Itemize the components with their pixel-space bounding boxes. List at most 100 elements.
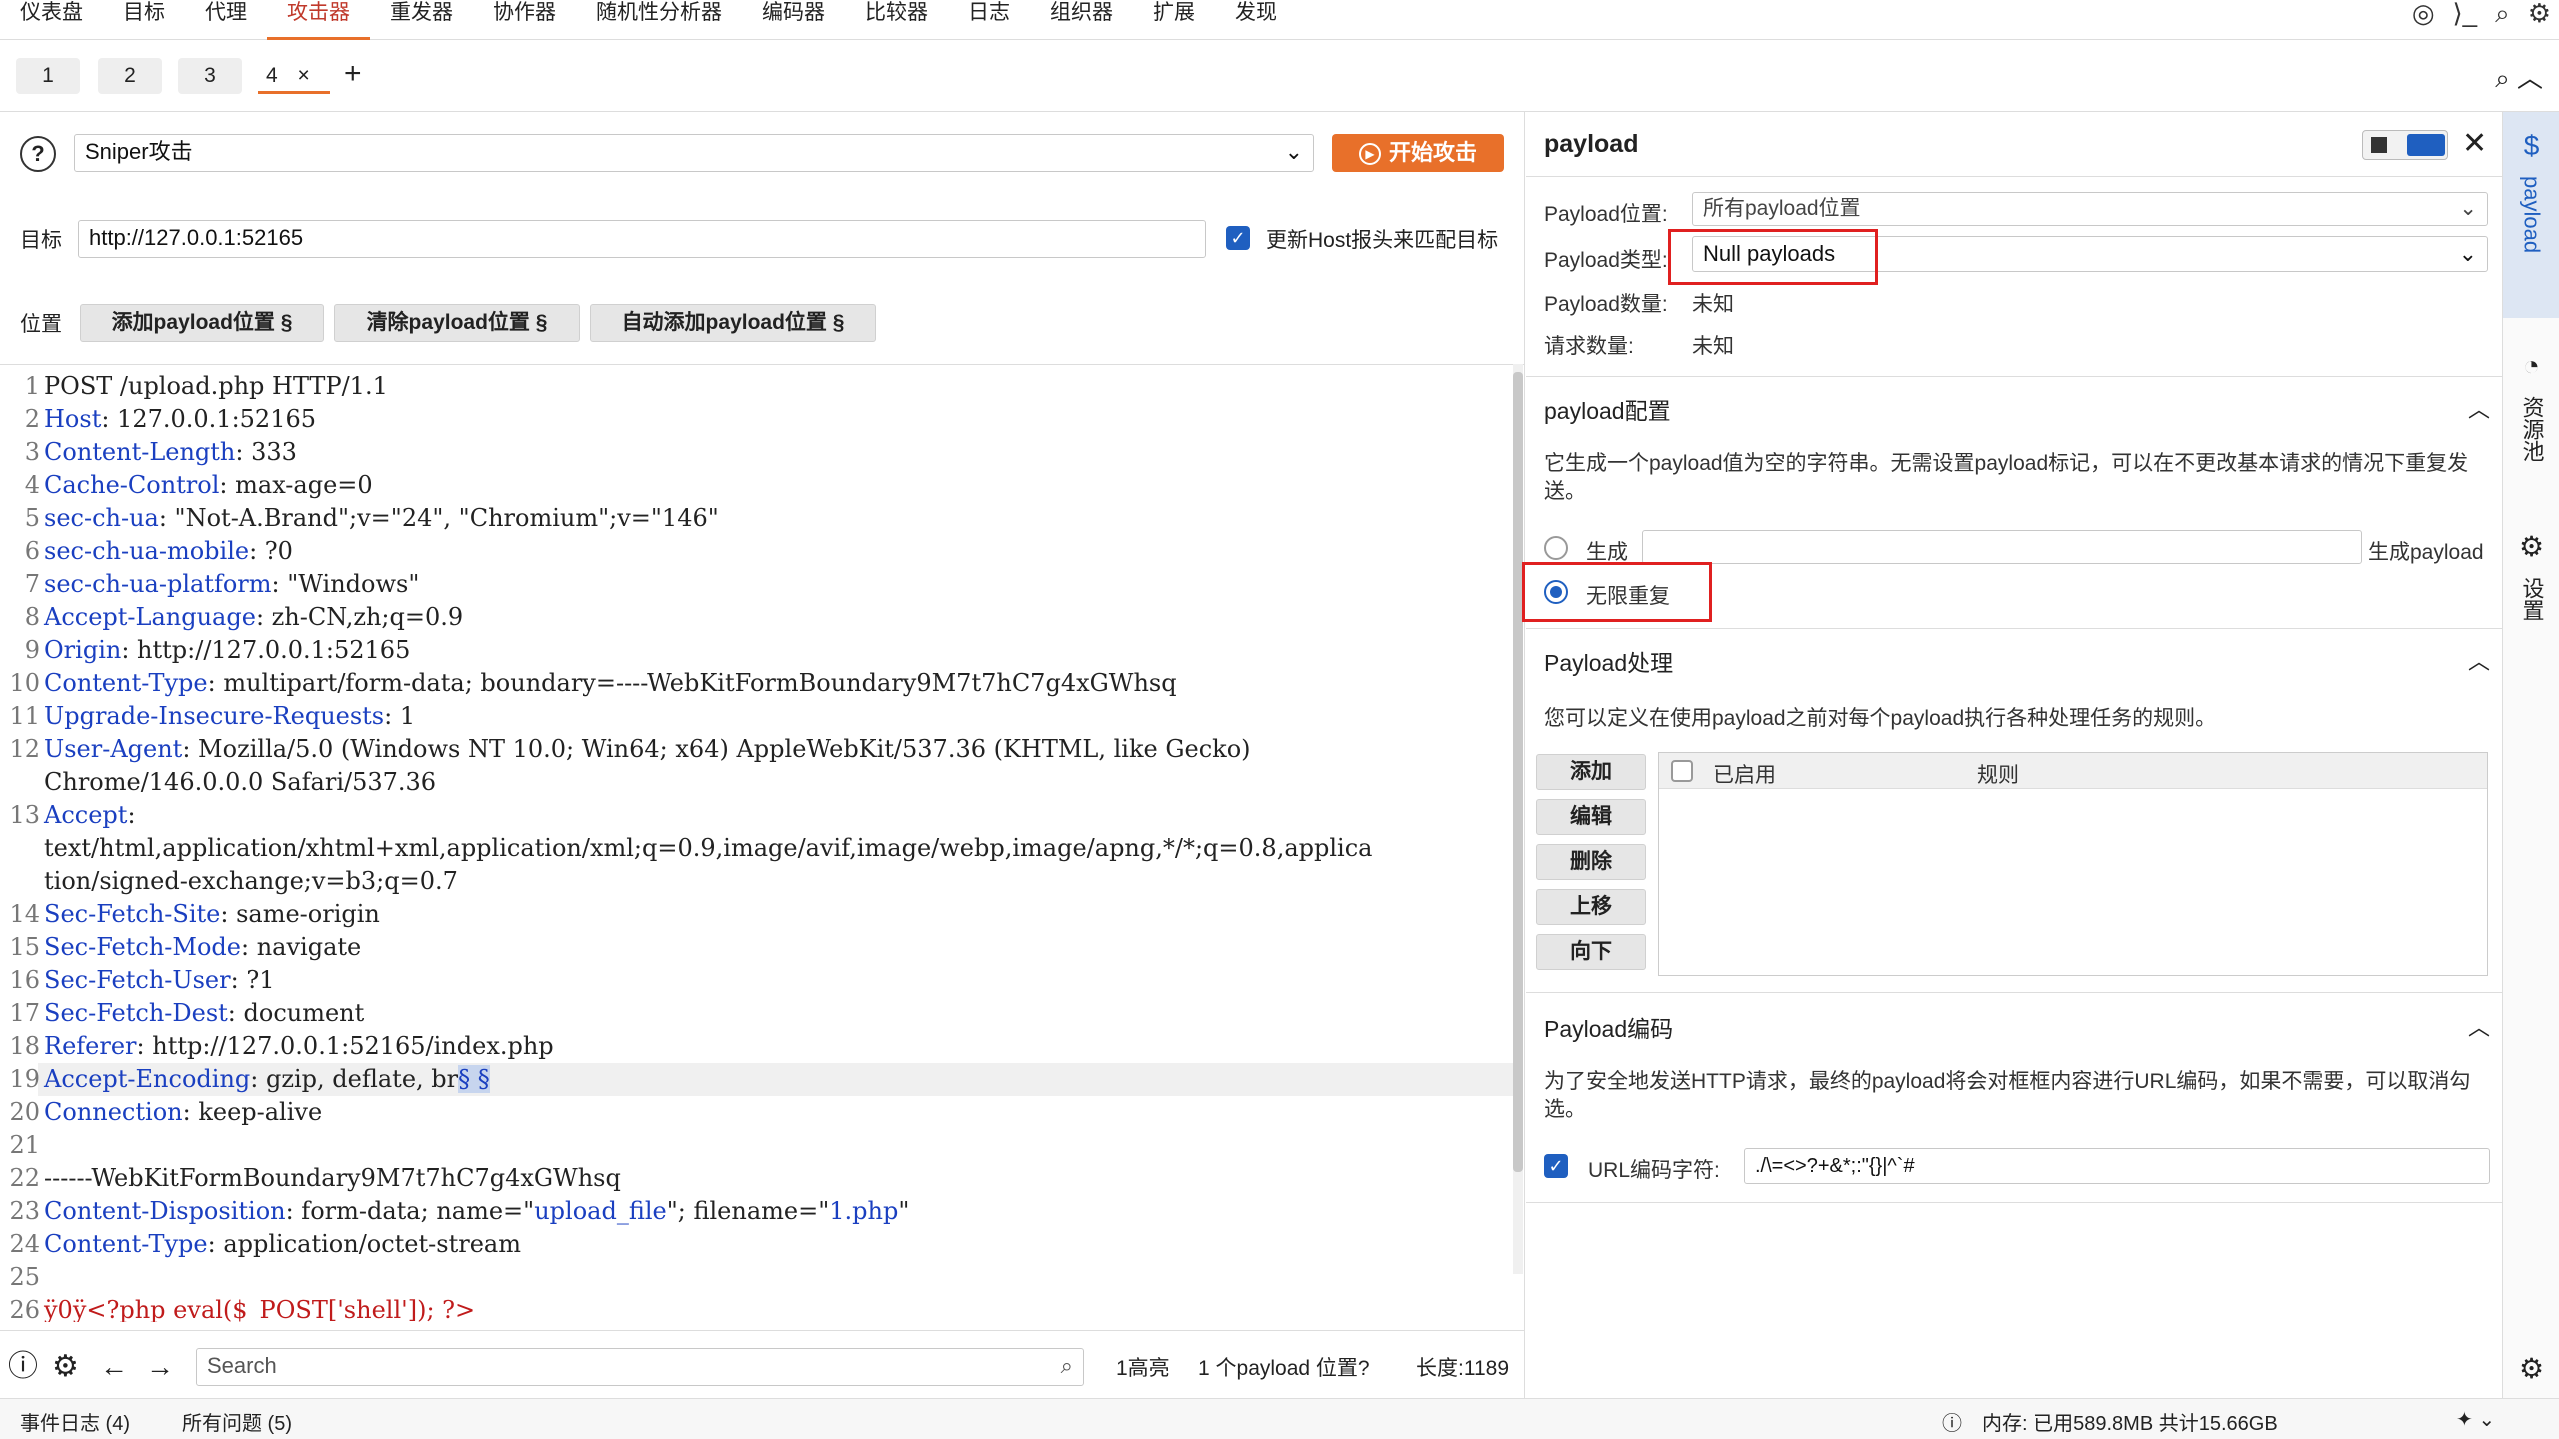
request-line: Sec-Fetch-User: ?1 — [44, 966, 274, 994]
request-line: sec-ch-ua-platform: "Windows" — [44, 570, 419, 598]
attack-type-select[interactable]: Sniper攻击 ⌄ — [74, 134, 1314, 172]
request-editor[interactable]: 1 POST /upload.php HTTP/1.1 2 Host: 127.0.0… — [0, 364, 1515, 1322]
payload-encoding-description: 为了安全地发送HTTP请求，最终的payload将会对框框内容进行URL编码，如… — [1544, 1070, 2471, 1121]
forward-arrow-icon[interactable]: → — [146, 1350, 174, 1384]
processing-button-4[interactable]: 向下 — [1536, 934, 1646, 970]
side-tab-payload[interactable]: $ payload — [2503, 112, 2559, 318]
target-input[interactable]: http://127.0.0.1:52165 — [78, 220, 1206, 258]
payload-position-value: 所有payload位置 — [1703, 197, 1861, 220]
processing-button-0[interactable]: 添加 — [1536, 754, 1646, 790]
menu-7[interactable]: 编码器 — [742, 0, 845, 40]
all-issues-link[interactable]: 所有问题 (5) — [182, 1407, 292, 1436]
payload-panel-title: payload — [1544, 130, 1639, 158]
close-icon[interactable]: × — [298, 64, 310, 87]
event-log-link[interactable]: 事件日志 (4) — [20, 1407, 130, 1436]
url-encode-checkbox[interactable]: ✓ — [1544, 1154, 1568, 1178]
gear-icon[interactable]: ⚙ — [2528, 0, 2551, 26]
processing-rules-table[interactable]: 已启用 规则 — [1658, 752, 2488, 976]
header-value: : Mozilla/5.0 (Windows NT 10.0; Win64; x… — [182, 735, 1251, 763]
header-value: : application/octet-stream — [207, 1230, 521, 1258]
settings-gear-icon[interactable]: ⚙ — [52, 1350, 79, 1384]
line-number: 2 — [24, 405, 40, 433]
menu-0[interactable]: 仪表盘 — [0, 0, 103, 40]
layout-split-icon[interactable] — [2407, 134, 2445, 156]
menu-3[interactable]: 攻击器 — [267, 0, 370, 40]
back-arrow-icon[interactable]: ← — [100, 1350, 128, 1384]
side-tab-settings[interactable]: ⚙ 设置 — [2503, 512, 2559, 712]
menu-4[interactable]: 重发器 — [370, 0, 473, 40]
editor-scrollbar[interactable] — [1513, 364, 1523, 1274]
header-key: Content-Disposition — [44, 1197, 286, 1225]
start-attack-label: 开始攻击 — [1388, 140, 1477, 165]
tab-search-icon[interactable]: ⌕ ︿ — [2495, 58, 2543, 95]
menu-9[interactable]: 日志 — [948, 0, 1030, 40]
line-number: 19 — [9, 1065, 40, 1093]
clear-payload-position-button[interactable]: 清除payload位置 § — [334, 304, 580, 342]
payload-count-label: Payload数量: — [1544, 293, 1668, 316]
processing-button-1[interactable]: 编辑 — [1536, 799, 1646, 835]
header-value: : ?1 — [230, 966, 275, 994]
payload-position-select[interactable]: 所有payload位置 ⌄ — [1692, 192, 2488, 226]
add-payload-position-button[interactable]: 添加payload位置 § — [80, 304, 324, 342]
generate-count-input[interactable] — [1642, 530, 2362, 564]
sparkle-icon[interactable]: ✦ ⌄ — [2456, 1407, 2495, 1432]
menu-2[interactable]: 代理 — [185, 0, 267, 40]
payload-marker[interactable]: § § — [458, 1065, 490, 1093]
generate-suffix: 生成payload — [2368, 541, 2484, 564]
menu-6[interactable]: 随机性分析器 — [576, 0, 742, 40]
request-line: Connection: keep-alive — [44, 1098, 322, 1126]
header-value: POST /upload.php HTTP/1.1 — [44, 372, 388, 400]
tab-3[interactable]: 3 — [178, 58, 242, 94]
header-value: : max-age=0 — [219, 471, 373, 499]
chevron-down-icon: ⌄ — [2458, 241, 2477, 266]
tab-2[interactable]: 2 — [98, 58, 162, 94]
terminal-icon[interactable]: ⟩_ — [2453, 0, 2478, 26]
chevron-up-icon[interactable]: ︿ — [2468, 644, 2490, 676]
layout-toggle[interactable] — [2362, 130, 2448, 160]
positions-label: 位置 — [20, 313, 62, 336]
gear-icon[interactable]: ⚙ — [2519, 1352, 2544, 1385]
request-line: Content-Type: application/octet-stream — [44, 1230, 521, 1258]
menu-8[interactable]: 比较器 — [845, 0, 948, 40]
header-key: Referer — [44, 1032, 137, 1060]
menu-11[interactable]: 扩展 — [1133, 0, 1215, 40]
line-number: 21 — [9, 1131, 40, 1159]
menu-5[interactable]: 协作器 — [473, 0, 576, 40]
start-attack-button[interactable]: ▶ 开始攻击 — [1332, 134, 1504, 172]
header-key: Content-Type — [44, 1230, 208, 1258]
header-key: Connection — [44, 1098, 183, 1126]
menu-10[interactable]: 组织器 — [1030, 0, 1133, 40]
menu-12[interactable]: 发现 — [1215, 0, 1297, 40]
chevron-up-icon[interactable]: ︿ — [2468, 392, 2490, 424]
line-number: 26 — [9, 1296, 40, 1322]
auto-add-payload-position-button[interactable]: 自动添加payload位置 § — [590, 304, 876, 342]
line-number: 5 — [24, 504, 40, 532]
add-tab-button[interactable]: + — [344, 56, 362, 92]
header-value: Chrome/146.0.0.0 Safari/537.36 — [44, 768, 437, 796]
enabled-all-checkbox[interactable] — [1671, 760, 1693, 782]
header-key: Accept — [44, 801, 128, 829]
editor-search-input[interactable]: Search ⌕ — [196, 1348, 1084, 1386]
generate-radio[interactable] — [1544, 536, 1568, 560]
close-panel-icon[interactable]: ✕ — [2462, 126, 2487, 161]
chevron-up-icon[interactable]: ︿ — [2468, 1010, 2490, 1042]
url-encode-label: URL编码字符: — [1588, 1159, 1720, 1182]
search-icon[interactable]: ⌕ — [2495, 0, 2510, 26]
globe-icon[interactable]: ◎ — [2412, 0, 2435, 26]
update-host-checkbox[interactable]: ✓ — [1226, 226, 1250, 250]
update-host-label: 更新Host报头来匹配目标 — [1266, 229, 1499, 252]
help-icon[interactable]: ⓘ — [8, 1350, 38, 1384]
rules-table-header: 已启用 规则 — [1659, 753, 2487, 789]
tab-4[interactable]: 4 × — [258, 58, 330, 94]
layout-single-icon[interactable] — [2371, 137, 2387, 153]
menu-1[interactable]: 目标 — [103, 0, 185, 40]
url-encode-chars-input[interactable]: ./\=<>?+&*;:"{}|^`# — [1744, 1148, 2490, 1184]
payload-position-count[interactable]: 1 个payload 位置? — [1198, 1352, 1370, 1386]
tab-1[interactable]: 1 — [16, 58, 80, 94]
request-count-label: 请求数量: — [1544, 335, 1634, 358]
help-icon[interactable]: ? — [20, 136, 56, 172]
header-value: tion/signed-exchange;v=b3;q=0.7 — [44, 867, 458, 895]
processing-button-2[interactable]: 删除 — [1536, 844, 1646, 880]
processing-button-3[interactable]: 上移 — [1536, 889, 1646, 925]
header-value: : gzip, deflate, br — [250, 1065, 459, 1093]
